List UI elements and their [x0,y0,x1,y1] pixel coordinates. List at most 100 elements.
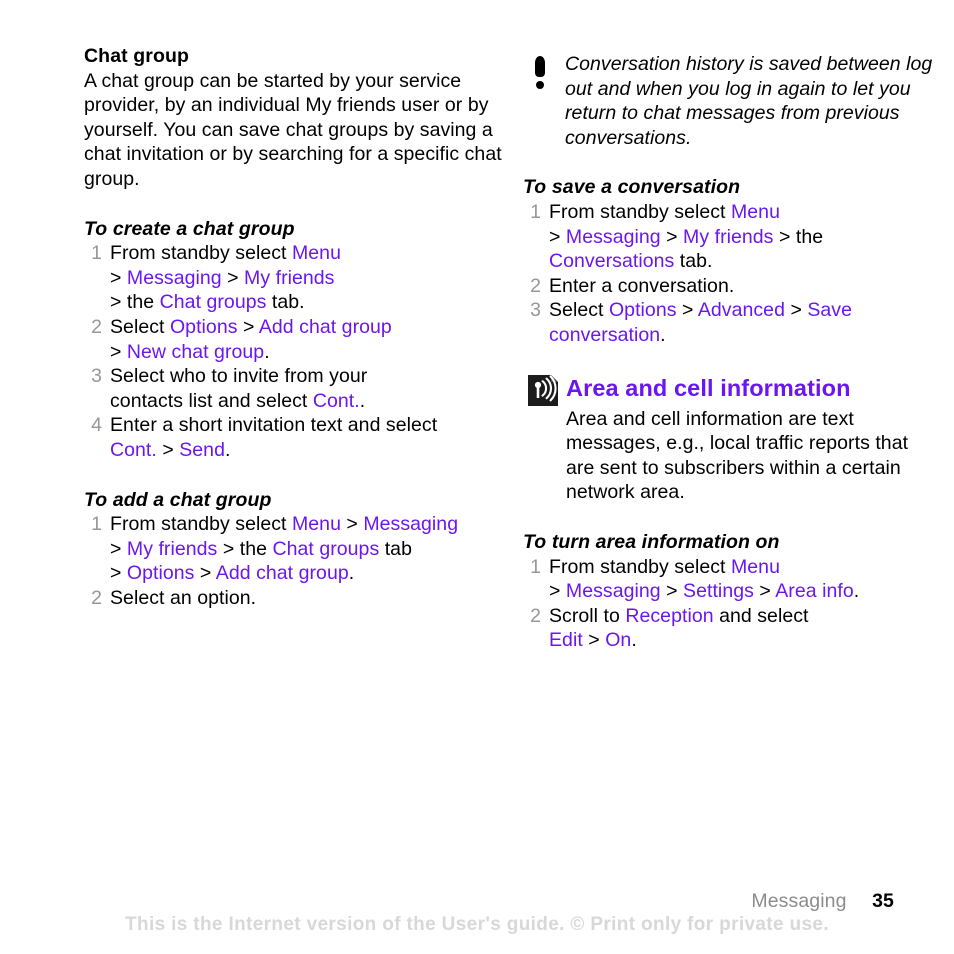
messaging-link[interactable]: Messaging [566,226,661,248]
procedure-turn-area-info-on-title: To turn area information on [523,530,780,553]
messaging-link[interactable]: Messaging [363,513,458,535]
procedure-save-conversation-steps: 1 From standby select Menu > Messaging >… [523,200,933,348]
settings-link[interactable]: Settings [683,580,754,602]
menu-link[interactable]: Menu [731,201,780,223]
separator: > [110,537,127,560]
save-conversation-link[interactable]: conversation [549,324,660,346]
step-item: 2 Select Options > Add chat group > New … [84,315,504,364]
conversations-link[interactable]: Conversations [549,250,674,272]
send-link[interactable]: Send [179,439,225,461]
chat-groups-link[interactable]: Chat groups [160,291,267,313]
step-number: 1 [530,200,541,223]
save-link[interactable]: Save [807,299,852,321]
step-number: 1 [530,555,541,578]
step-text-part: Scroll to [549,604,626,627]
step-continuation-line: contacts list and select Cont.. [110,389,504,414]
separator: > [237,315,259,338]
step-item: 1 From standby select Menu > Messaging >… [84,512,504,586]
separator: > [784,299,808,322]
messaging-link[interactable]: Messaging [127,267,222,289]
step-number: 4 [91,414,102,437]
separator: > [221,266,245,289]
step-text-part: . [631,629,637,652]
edit-link[interactable]: Edit [549,629,583,651]
step-continuation-line: > the Chat groups tab. [110,290,504,315]
options-link[interactable]: Options [127,562,195,584]
step-text-part: From standby select [549,200,731,223]
step-continuation-line: Conversations tab. [549,249,933,274]
procedure-create-chat-group-steps: 1 From standby select Menu > Messaging >… [84,241,504,462]
area-info-link[interactable]: Area info [775,580,854,602]
separator: > [110,266,127,289]
two-column-layout: Chat group A chat group can be started b… [0,0,954,653]
procedure-save-conversation-title: To save a conversation [523,176,741,199]
add-chat-group-link[interactable]: Add chat group [259,316,392,338]
step-item: 4 Enter a short invitation text and sele… [84,413,504,462]
step-text-part: tab [379,537,412,560]
step-number: 1 [91,513,102,536]
cont-link[interactable]: Cont. [110,439,157,461]
step-continuation-line: conversation. [549,323,933,348]
separator: > [549,580,566,603]
section-title: Area and cell information [566,374,851,401]
chat-group-heading: Chat group [84,45,189,67]
step-text-part: . [264,340,270,363]
step-number: 2 [91,315,102,338]
menu-link[interactable]: Menu [292,513,341,535]
step-text: Scroll to Reception and select Edit > On… [549,604,933,653]
procedure-create-chat-group-title: To create a chat group [84,217,295,240]
step-text: Select Options > Advanced > Save convers… [549,298,933,347]
step-continuation-line: > Options > Add chat group. [110,561,504,586]
area-cell-information-body: Area and cell information are text messa… [523,407,933,505]
my-friends-link[interactable]: My friends [127,538,217,560]
reception-link[interactable]: Reception [625,605,713,627]
step-item: 1 From standby select Menu > Messaging >… [523,200,933,274]
step-number: 2 [91,586,102,609]
step-text: Enter a conversation. [549,274,735,297]
options-link[interactable]: Options [170,316,238,338]
step-text: From standby select Menu > Messaging > S… [549,555,933,604]
options-link[interactable]: Options [609,299,677,321]
separator: > [676,299,698,322]
add-chat-group-link[interactable]: Add chat group [216,562,349,584]
on-link[interactable]: On [605,629,631,651]
step-text-part: and select [713,604,809,627]
exclamation-icon [533,56,547,92]
menu-link[interactable]: Menu [731,556,780,578]
step-text-part: tab. [266,291,305,314]
step-text-part: Select [549,299,609,322]
separator: > the [110,291,160,314]
advanced-link[interactable]: Advanced [698,299,785,321]
messaging-link[interactable]: Messaging [566,580,661,602]
menu-link[interactable]: Menu [292,242,341,264]
new-chat-group-link[interactable]: New chat group [127,341,264,363]
step-number: 2 [530,604,541,627]
step-text-part: > the [773,225,824,248]
step-text: Select Options > Add chat group > New ch… [110,315,504,364]
cont-link[interactable]: Cont. [313,390,360,412]
step-text-part: contacts list and select [110,389,313,412]
step-number: 3 [91,365,102,388]
step-text-part: . [853,580,860,603]
step-continuation-line: > Messaging > Settings > Area info. [549,579,933,604]
chat-group-intro-paragraph: A chat group can be started by your serv… [84,69,502,190]
area-cell-information-heading: Area and cell information [523,373,933,407]
my-friends-link[interactable]: My friends [244,267,334,289]
step-text-part: From standby select [549,555,731,578]
step-text-part: From standby select [110,242,292,265]
step-text: Select an option. [110,586,257,609]
chat-groups-link[interactable]: Chat groups [272,538,379,560]
step-item: 3 Select Options > Advanced > Save conve… [523,298,933,347]
step-item: 3 Select who to invite from your contact… [84,364,504,413]
step-text-part: Select who to invite from your [110,365,368,388]
separator: > [660,580,684,603]
separator: > [110,562,127,585]
step-item: 2 Scroll to Reception and select Edit > … [523,604,933,653]
step-item: 2 Enter a conversation. [523,274,933,299]
step-text: From standby select Menu > Messaging > M… [110,241,504,315]
separator: > [549,225,566,248]
separator: > [194,562,216,585]
note-text: Conversation history is saved between lo… [565,53,933,149]
internet-version-disclaimer: This is the Internet version of the User… [125,914,829,935]
my-friends-link[interactable]: My friends [683,226,773,248]
